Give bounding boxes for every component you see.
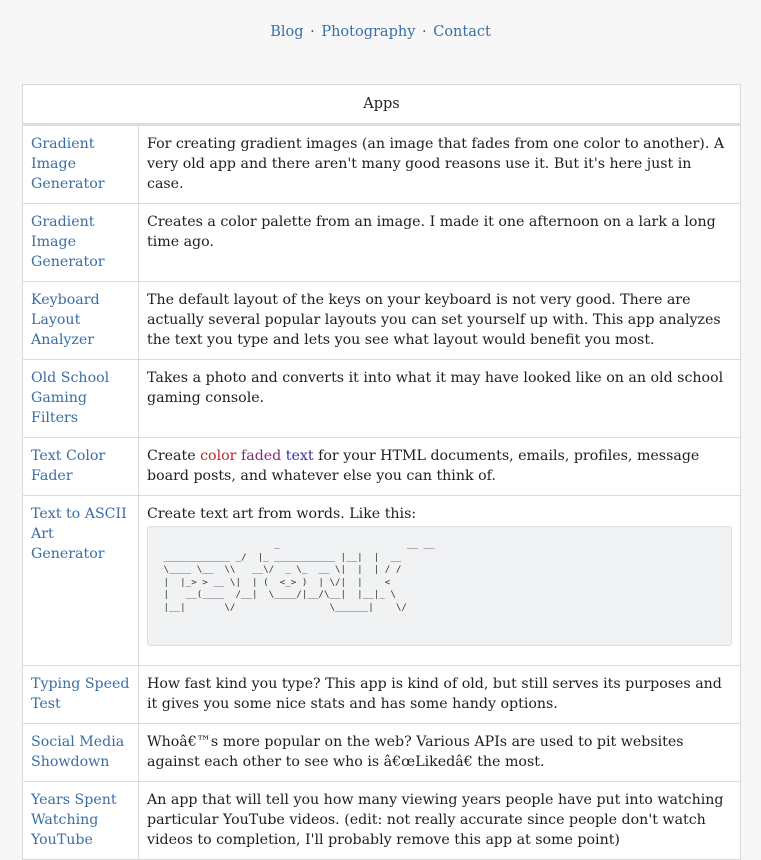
faded-word: color [200, 448, 237, 464]
app-link-color-palette[interactable]: Gradient Image Generator [31, 214, 105, 270]
faded-word: faded [240, 448, 282, 464]
app-description: Create text art from words. Like this: [147, 506, 417, 522]
nav-link-photography[interactable]: Photography [321, 24, 415, 40]
apps-table: Apps Gradient Image Generator For creati… [22, 84, 741, 860]
app-description: The default layout of the keys on your k… [138, 281, 741, 360]
app-description: Whoâ€™s more popular on the web? Various… [138, 723, 741, 782]
table-header: Apps [22, 84, 741, 126]
app-link-text-color-fader[interactable]: Text Color Fader [31, 448, 105, 484]
table-row: Social Media Showdown Whoâ€™s more popul… [22, 723, 741, 782]
app-name-cell: Years Spent Watching YouTube [22, 781, 139, 860]
nav-link-contact[interactable]: Contact [433, 24, 491, 40]
app-description: How fast kind you type? This app is kind… [138, 665, 741, 724]
nav-separator: · [310, 24, 315, 40]
top-navigation: Blog · Photography · Contact [0, 24, 761, 40]
app-name-cell: Typing Speed Test [22, 665, 139, 724]
table-row: Typing Speed Test How fast kind you type… [22, 665, 741, 724]
app-name-cell: Text to ASCII Art Generator [22, 495, 139, 666]
app-link-text-to-ascii-art-generator[interactable]: Text to ASCII Art Generator [31, 506, 127, 562]
table-header-row: Apps [22, 84, 741, 126]
app-description: Creates a color palette from an image. I… [138, 203, 741, 282]
nav-link-blog[interactable]: Blog [270, 24, 303, 40]
table-row: Text to ASCII Art Generator Create text … [22, 495, 741, 666]
ascii-art-example: _ __ __ ____________ _/ |_ ___________ |… [147, 526, 732, 646]
table-row: Keyboard Layout Analyzer The default lay… [22, 281, 741, 360]
app-description: An app that will tell you how many viewi… [138, 781, 741, 860]
app-link-social-media-showdown[interactable]: Social Media Showdown [31, 734, 124, 770]
app-link-keyboard-layout-analyzer[interactable]: Keyboard Layout Analyzer [31, 292, 100, 348]
table-row: Gradient Image Generator For creating gr… [22, 124, 741, 204]
faded-word: text [285, 448, 314, 464]
app-link-years-spent-watching-youtube[interactable]: Years Spent Watching YouTube [31, 792, 117, 848]
app-name-cell: Social Media Showdown [22, 723, 139, 782]
app-description: For creating gradient images (an image t… [138, 124, 741, 204]
app-name-cell: Gradient Image Generator [22, 203, 139, 282]
app-name-cell: Old School Gaming Filters [22, 359, 139, 438]
description-prefix: Create [147, 448, 201, 464]
table-row: Years Spent Watching YouTube An app that… [22, 781, 741, 860]
app-link-gradient-image-generator[interactable]: Gradient Image Generator [31, 136, 105, 192]
app-description-cell: Create text art from words. Like this: _… [138, 495, 741, 666]
nav-separator: · [422, 24, 427, 40]
app-link-old-school-gaming-filters[interactable]: Old School Gaming Filters [31, 370, 109, 426]
table-row: Text Color Fader Create color faded text… [22, 437, 741, 496]
app-description: Takes a photo and converts it into what … [138, 359, 741, 438]
app-name-cell: Gradient Image Generator [22, 124, 139, 204]
app-link-typing-speed-test[interactable]: Typing Speed Test [31, 676, 130, 712]
app-name-cell: Text Color Fader [22, 437, 139, 496]
app-description: Create color faded text for your HTML do… [138, 437, 741, 496]
app-name-cell: Keyboard Layout Analyzer [22, 281, 139, 360]
table-row: Gradient Image Generator Creates a color… [22, 203, 741, 282]
table-row: Old School Gaming Filters Takes a photo … [22, 359, 741, 438]
ascii-art-text: _ __ __ ____________ _/ |_ ___________ |… [163, 539, 435, 613]
